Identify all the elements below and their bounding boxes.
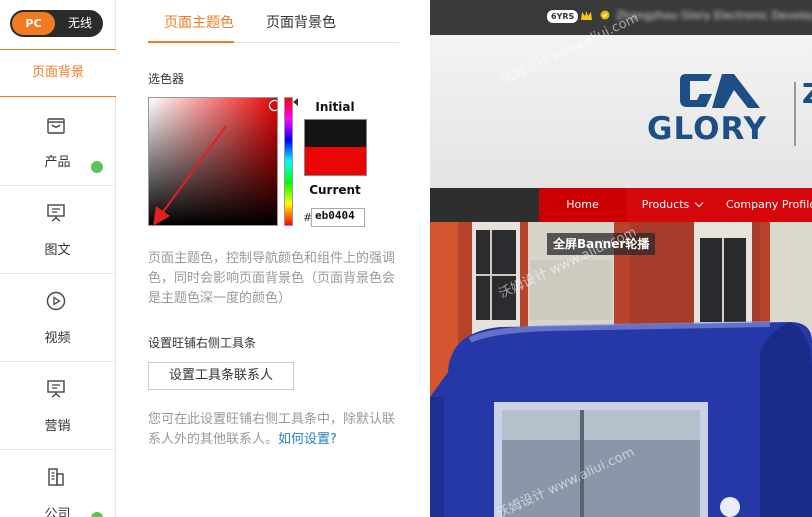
picker-handle[interactable] bbox=[269, 100, 277, 111]
banner-image bbox=[430, 222, 812, 517]
set-toolbar-contact-button[interactable]: 设置工具条联系人 bbox=[148, 362, 294, 390]
initial-color-label: Initial bbox=[315, 100, 355, 114]
toolbar-description-text: 您可在此设置旺铺右侧工具条中，除默认联系人外的其他联系人。 bbox=[148, 412, 396, 447]
toolbar-section-label: 设置旺铺右侧工具条 bbox=[148, 336, 257, 350]
hue-slider-arrow-icon[interactable] bbox=[293, 98, 298, 106]
glory-logo-icon bbox=[680, 74, 760, 108]
logo-text: GLORY bbox=[647, 111, 768, 147]
sidebar-item-video[interactable]: 视频 bbox=[0, 274, 115, 362]
status-dot bbox=[91, 161, 103, 173]
preview-header: GLORY Z bbox=[430, 35, 812, 188]
sidebar-item-page-background[interactable]: 页面背景 bbox=[0, 49, 116, 97]
nav-products[interactable]: Products bbox=[626, 188, 718, 222]
preview-nav: Home Products Company Profile bbox=[430, 188, 812, 222]
play-icon bbox=[46, 291, 66, 311]
shopping-bag-icon bbox=[47, 118, 65, 134]
nav-home[interactable]: Home bbox=[539, 188, 626, 222]
nav-company-profile[interactable]: Company Profile bbox=[719, 188, 812, 222]
hue-slider[interactable] bbox=[284, 97, 293, 226]
initial-color-swatch bbox=[304, 119, 367, 147]
sidebar-item-company[interactable]: 公司 bbox=[0, 450, 115, 517]
tab-theme-color[interactable]: 页面主题色 bbox=[164, 12, 234, 32]
nav-company-label: Company Profile bbox=[726, 198, 812, 211]
sidebar-item-label: 营销 bbox=[44, 419, 71, 434]
mode-toggle[interactable]: PC 无线 bbox=[10, 10, 103, 37]
current-color-label: Current bbox=[309, 183, 361, 197]
presentation-icon bbox=[47, 204, 65, 222]
status-dot bbox=[91, 512, 103, 517]
toolbar-description: 您可在此设置旺铺右侧工具条中，除默认联系人外的其他联系人。如何设置? bbox=[148, 410, 398, 450]
active-tab-indicator bbox=[148, 41, 234, 43]
mode-wireless-button[interactable]: 无线 bbox=[59, 12, 101, 35]
settings-panel: 页面主题色 页面背景色 选色器 Initial Current # eb0404… bbox=[117, 0, 430, 517]
hex-color-input[interactable]: eb0404 bbox=[311, 208, 365, 227]
sidebar-item-label: 图文 bbox=[44, 243, 71, 258]
chevron-down-icon bbox=[695, 198, 704, 208]
company-name: Zhangzhou Glory Electronic Developm bbox=[616, 9, 812, 22]
theme-color-description: 页面主题色，控制导航颜色和组件上的强调色，同时会影响页面背景色（页面背景色会是主… bbox=[148, 251, 396, 306]
how-to-link[interactable]: 如何设置? bbox=[278, 432, 337, 447]
nav-products-label: Products bbox=[641, 198, 690, 211]
sidebar-item-label: 视频 bbox=[44, 331, 71, 346]
sidebar-item-marketing[interactable]: 营销 bbox=[0, 362, 115, 450]
sidebar-item-products[interactable]: 产品 bbox=[0, 98, 115, 186]
sidebar: PC 无线 页面背景 产品 图文 视频 营销 公司 bbox=[0, 0, 116, 517]
presentation-icon bbox=[47, 380, 65, 398]
site-preview: 6YRS Zhangzhou Glory Electronic Developm… bbox=[430, 0, 812, 517]
building-icon bbox=[48, 468, 64, 486]
gold-supplier-icon bbox=[581, 11, 592, 20]
tab-background-color[interactable]: 页面背景色 bbox=[266, 12, 336, 32]
annotation-arrow-icon bbox=[153, 125, 227, 226]
current-color-swatch bbox=[304, 147, 367, 176]
logo-side-text: Z bbox=[802, 77, 812, 110]
years-badge: 6YRS bbox=[547, 10, 579, 23]
banner-carousel[interactable]: 全屏Banner轮播 沃姆设计 www.aliui.com 沃姆设计 www.a… bbox=[430, 222, 812, 517]
logo-divider bbox=[794, 82, 796, 146]
color-picker-label: 选色器 bbox=[148, 72, 185, 86]
sidebar-item-articles[interactable]: 图文 bbox=[0, 186, 115, 274]
mode-pc-button[interactable]: PC bbox=[12, 12, 55, 35]
